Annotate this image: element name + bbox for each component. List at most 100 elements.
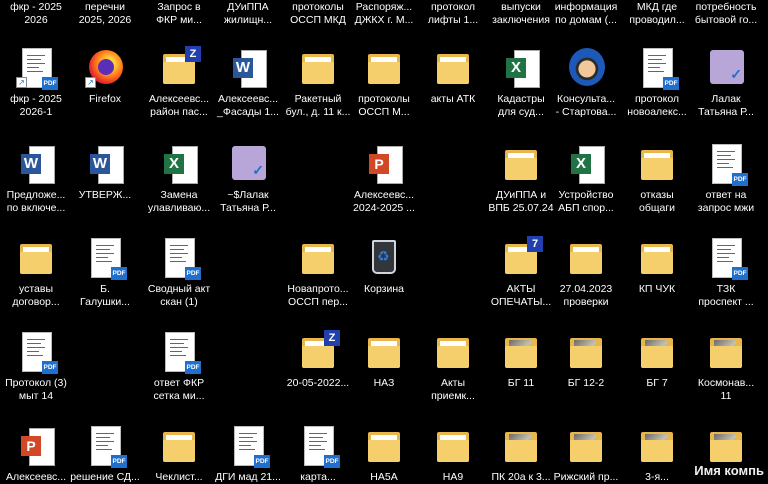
desktop-icon[interactable]: ДУиППА и ВПБ 25.07.24: [485, 142, 557, 215]
desktop-icon-label: Новапрото... ОССП пер...: [287, 283, 349, 308]
desktop-icon[interactable]: отказы общаги: [621, 142, 693, 215]
desktop-icon[interactable]: Лалак Татьяна Р...: [690, 46, 762, 119]
folder-icon: [635, 330, 679, 374]
desktop-icon-label[interactable]: выпуски заключения: [485, 1, 557, 27]
desktop-icon[interactable]: PDF Протокол (3) мыт 14: [0, 330, 72, 403]
desktop-icon[interactable]: Z Алексеевс... район пас...: [143, 46, 215, 119]
excel-icon: X: [564, 142, 608, 186]
desktop-icon-label: Лалак Татьяна Р...: [698, 93, 754, 118]
desktop-icon-label[interactable]: Распоряж... ДЖКХ г. М...: [348, 1, 420, 27]
desktop-icon[interactable]: PDF карта...: [282, 424, 354, 484]
desktop-icon[interactable]: НАЗ: [348, 330, 420, 390]
desktop-icon[interactable]: Рижский пр...: [550, 424, 622, 484]
desktop-icon[interactable]: БГ 11: [485, 330, 557, 390]
desktop-icon-label[interactable]: Запрос в ФКР ми...: [143, 1, 215, 27]
desktop-icon[interactable]: PDF Сводный акт скан (1): [143, 236, 215, 309]
desktop-icon-label: ДГИ мад 21...: [215, 471, 281, 483]
folder-icon: [635, 236, 679, 280]
desktop-icon-label: ответ ФКР сетка ми...: [153, 377, 205, 402]
desktop-icon[interactable]: W УТВЕРЖ...: [69, 142, 141, 202]
desktop-icon-label: Устройство АБП спор...: [558, 189, 614, 214]
desktop-icon-label[interactable]: информация по домам (...: [550, 1, 622, 27]
desktop-icon-label: ~$Лалак Татьяна Р...: [220, 189, 276, 214]
desktop-icon-label: Ракетный бул., д. 11 к...: [285, 93, 351, 118]
desktop-icon[interactable]: 7 АКТЫ ОПЕЧАТЫ...: [485, 236, 557, 309]
desktop-icon[interactable]: W Предложе... по включе...: [0, 142, 72, 215]
desktop-icon-label: акты АТК: [430, 93, 476, 105]
desktop-icon[interactable]: 27.04.2023 проверки: [550, 236, 622, 309]
desktop-icon[interactable]: протоколы ОССП М...: [348, 46, 420, 119]
desktop-icon[interactable]: Консульта... - Стартова...: [550, 46, 622, 119]
app-file-icon: [226, 142, 270, 186]
desktop-icon-label: НА9: [442, 471, 464, 483]
desktop-icon-label: Корзина: [364, 283, 404, 295]
firefox-icon: ↗: [83, 46, 127, 90]
folder-icon: [362, 330, 406, 374]
desktop-icon[interactable]: PDF Б. Галушки...: [69, 236, 141, 309]
desktop-icon[interactable]: Космонав... 11: [690, 330, 762, 403]
desktop-icon-label: УТВЕРЖ...: [78, 189, 132, 201]
desktop-icon-label: ДУиППА и ВПБ 25.07.24: [488, 189, 554, 214]
desktop-icon-label[interactable]: потребность бытовой го...: [690, 1, 762, 27]
recycle-bin-icon: [362, 236, 406, 280]
desktop-icon-label: решение СД...: [70, 471, 140, 483]
desktop-icon-label: Firefox: [88, 93, 122, 105]
desktop-icon[interactable]: X Кадастры для суд...: [485, 46, 557, 119]
word-icon: W: [14, 142, 58, 186]
desktop-icon[interactable]: P Алексеевс...: [0, 424, 72, 484]
folder-icon: [499, 142, 543, 186]
desktop-icon[interactable]: Чеклист...: [143, 424, 215, 484]
desktop-icon-label[interactable]: фкр - 2025 2026: [0, 1, 72, 27]
desktop-icon[interactable]: уставы договор...: [0, 236, 72, 309]
desktop-icon[interactable]: 3-я...: [621, 424, 693, 484]
desktop-icon[interactable]: Ракетный бул., д. 11 к...: [282, 46, 354, 119]
desktop-icon[interactable]: W Алексеевс... _Фасады 1...: [212, 46, 284, 119]
pdf-icon: PDF: [83, 236, 127, 280]
desktop-icon[interactable]: Корзина: [348, 236, 420, 296]
desktop-icon[interactable]: ~$Лалак Татьяна Р...: [212, 142, 284, 215]
desktop-icon-label[interactable]: протокол лифты 1...: [417, 1, 489, 27]
pdf-icon: PDF: [226, 424, 270, 468]
desktop-icon[interactable]: ПК 20а к 3...: [485, 424, 557, 484]
desktop-icon[interactable]: Акты приемк...: [417, 330, 489, 403]
folder-icon: Z: [296, 330, 340, 374]
pdf-icon: PDF ↗: [14, 46, 58, 90]
desktop-icon[interactable]: X Замена улавливаю...: [143, 142, 215, 215]
folder-icon: [499, 330, 543, 374]
desktop-icon[interactable]: PDF ↗ фкр - 2025 2026-1: [0, 46, 72, 119]
desktop-icon-label[interactable]: перечни 2025, 2026: [69, 1, 141, 27]
desktop-icon-label[interactable]: протоколы ОССП МКД: [282, 1, 354, 27]
desktop-icon[interactable]: PDF ответ на запрос мжи: [690, 142, 762, 215]
desktop-icon[interactable]: PDF ДГИ мад 21...: [212, 424, 284, 484]
desktop-icon[interactable]: акты АТК: [417, 46, 489, 106]
desktop-icon-label: Рижский пр...: [553, 471, 619, 483]
desktop-icon[interactable]: PDF протокол новоалекс...: [621, 46, 693, 119]
desktop-icon-label: Консульта... - Стартова...: [555, 93, 617, 118]
desktop-icon[interactable]: PDF решение СД...: [69, 424, 141, 484]
desktop-icon-label[interactable]: ДУиППА жилищн...: [212, 1, 284, 27]
folder-icon: [704, 330, 748, 374]
pdf-icon: PDF: [157, 236, 201, 280]
desktop-icon[interactable]: ↗ Firefox: [69, 46, 141, 106]
desktop-icon-label: Замена улавливаю...: [147, 189, 211, 214]
folder-icon: Z: [157, 46, 201, 90]
desktop-icon-label: протоколы ОССП М...: [358, 93, 410, 118]
desktop-icon[interactable]: НА9: [417, 424, 489, 484]
desktop-icon[interactable]: БГ 7: [621, 330, 693, 390]
desktop-icon[interactable]: PDF ответ ФКР сетка ми...: [143, 330, 215, 403]
folder-icon: [704, 424, 748, 468]
folder-icon: [564, 236, 608, 280]
desktop-icon-label[interactable]: МКД где проводил...: [621, 1, 693, 27]
desktop-icon[interactable]: PDF ТЗК проспект ...: [690, 236, 762, 309]
excel-icon: X: [499, 46, 543, 90]
desktop-icon[interactable]: НА5А: [348, 424, 420, 484]
desktop-icon-label: Космонав... 11: [697, 377, 755, 402]
desktop-icon[interactable]: P Алексеевс... 2024-2025 ...: [348, 142, 420, 215]
folder-icon: [296, 236, 340, 280]
desktop-icon-label: КП ЧУК: [638, 283, 676, 295]
desktop-icon[interactable]: Новапрото... ОССП пер...: [282, 236, 354, 309]
desktop-icon[interactable]: КП ЧУК: [621, 236, 693, 296]
desktop-icon[interactable]: Z 20-05-2022...: [282, 330, 354, 390]
desktop-icon[interactable]: X Устройство АБП спор...: [550, 142, 622, 215]
desktop-icon[interactable]: БГ 12-2: [550, 330, 622, 390]
